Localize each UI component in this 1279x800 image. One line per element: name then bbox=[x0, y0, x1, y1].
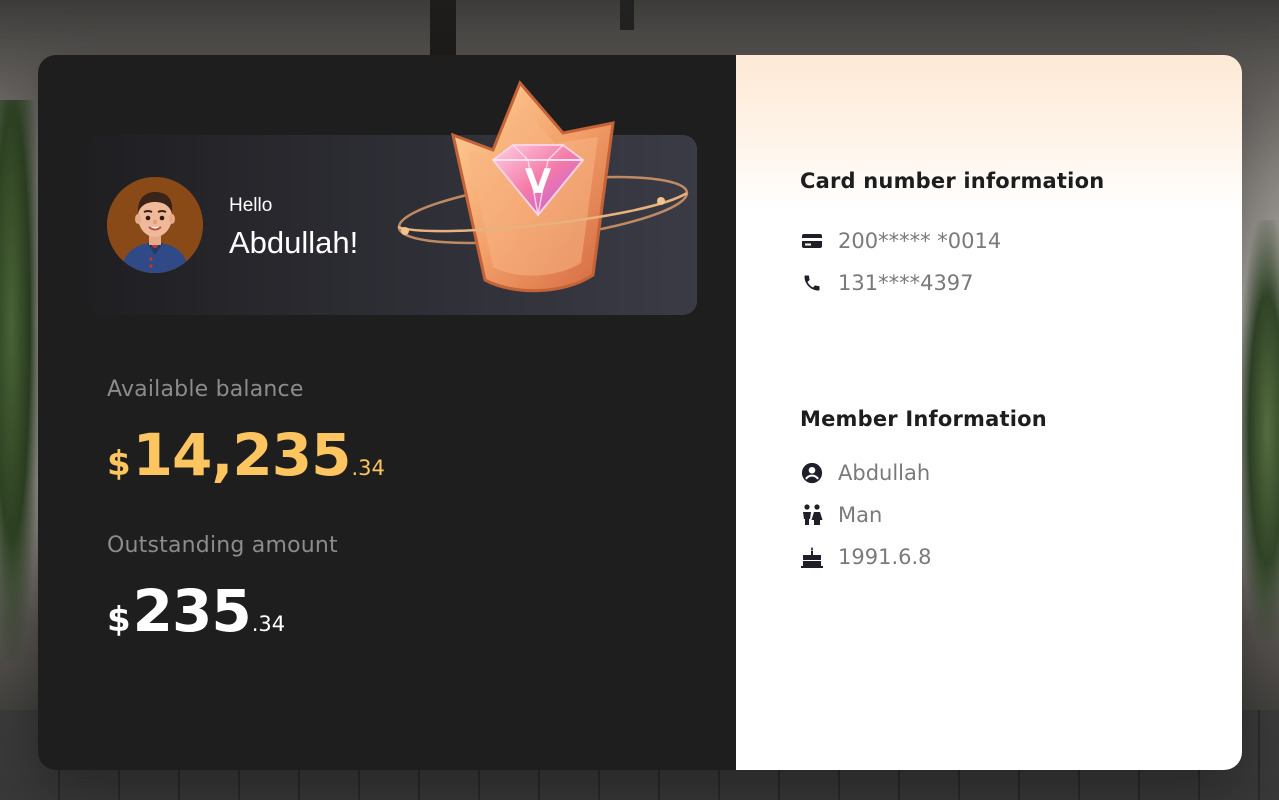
phone-icon bbox=[800, 271, 824, 295]
available-balance-amount: $ 14,235 .34 bbox=[107, 421, 385, 489]
outstanding-integer: 235 bbox=[132, 577, 252, 645]
birthday-cake-icon bbox=[800, 545, 824, 569]
member-birthday: 1991.6.8 bbox=[838, 545, 932, 569]
card-number-row: 200***** *0014 bbox=[800, 229, 1001, 253]
avatar-illustration bbox=[107, 177, 203, 273]
vip-crown-icon: V bbox=[397, 80, 689, 293]
currency-symbol: $ bbox=[107, 444, 131, 484]
outstanding-amount-label: Outstanding amount bbox=[107, 533, 338, 558]
svg-text:V: V bbox=[525, 162, 552, 202]
greeting-hello: Hello bbox=[229, 195, 273, 216]
credit-card-icon bbox=[800, 229, 824, 253]
phone-row: 131****4397 bbox=[800, 271, 974, 295]
currency-symbol: $ bbox=[107, 600, 131, 640]
gender-icon bbox=[800, 503, 824, 527]
phone-number: 131****4397 bbox=[838, 271, 974, 295]
member-birthday-row: 1991.6.8 bbox=[800, 545, 932, 569]
card-number: 200***** *0014 bbox=[838, 229, 1002, 253]
member-name: Abdullah bbox=[838, 461, 931, 485]
user-circle-icon bbox=[800, 461, 824, 485]
avatar[interactable] bbox=[107, 177, 203, 273]
available-balance-label: Available balance bbox=[107, 377, 304, 402]
background-plant-right bbox=[1239, 220, 1279, 640]
card-info-title: Card number information bbox=[800, 169, 1105, 193]
member-gender-row: Man bbox=[800, 503, 882, 527]
background-plant-left bbox=[0, 100, 40, 660]
background-light bbox=[620, 0, 634, 30]
balance-decimal: .34 bbox=[351, 456, 385, 480]
member-card: Hello Abdullah! V Available balance $ 14… bbox=[38, 55, 1242, 770]
outstanding-decimal: .34 bbox=[251, 612, 286, 636]
member-info-title: Member Information bbox=[800, 407, 1047, 431]
user-name: Abdullah! bbox=[229, 225, 359, 260]
member-name-row: Abdullah bbox=[800, 461, 930, 485]
member-gender: Man bbox=[838, 503, 883, 527]
info-panel: Card number information 200***** *0014 1… bbox=[736, 55, 1242, 770]
account-panel: Hello Abdullah! V Available balance $ 14… bbox=[38, 55, 736, 770]
outstanding-amount: $ 235 .34 bbox=[107, 577, 285, 645]
balance-integer: 14,235 bbox=[132, 421, 352, 489]
background-beam bbox=[430, 0, 456, 55]
